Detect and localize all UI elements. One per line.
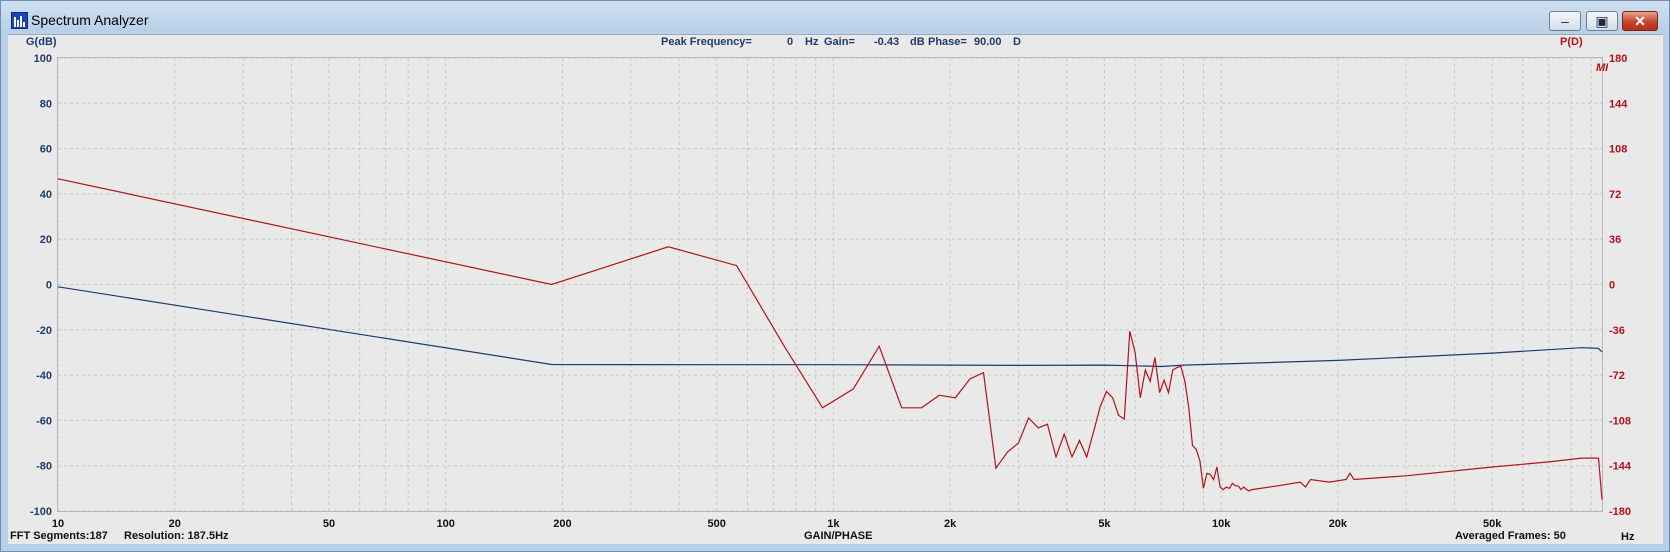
peak-frequency-unit: Hz xyxy=(805,36,819,48)
left-y-tick-label: -40 xyxy=(36,370,52,382)
minimize-icon: – xyxy=(1561,13,1569,29)
phase-unit: D xyxy=(1013,36,1021,48)
right-y-tick-label: -144 xyxy=(1609,461,1632,473)
gain-unit: dB xyxy=(910,36,925,48)
maximize-icon: ▣ xyxy=(1595,13,1609,29)
spectrum-analyzer-window: Spectrum Analyzer – ▣ ✕ 100 80 60 40 20 0 -20-… xyxy=(0,0,1670,552)
right-y-tick-label: -36 xyxy=(1609,325,1625,337)
spectrum-chart[interactable]: 100806040200-20-40-60-80-100 18014410872… xyxy=(8,35,1663,544)
x-tick-label: 10k xyxy=(1212,518,1231,530)
right-y-tick-label: 0 xyxy=(1609,280,1615,292)
left-y-tick-label: 40 xyxy=(40,189,52,201)
maximize-button[interactable]: ▣ xyxy=(1586,11,1618,31)
gain-series-line xyxy=(57,286,1603,368)
left-y-tick-label: 20 xyxy=(40,234,52,246)
x-tick-label: 50 xyxy=(323,518,335,530)
left-y-tick-label: 80 xyxy=(40,98,52,110)
x-tick-label: 500 xyxy=(708,518,726,530)
gain-label: Gain= xyxy=(824,36,855,48)
x-tick-label: 20 xyxy=(169,518,181,530)
x-tick-label: 10 xyxy=(52,518,64,530)
x-tick-label: 1k xyxy=(827,518,840,530)
phase-value: 90.00 xyxy=(974,36,1002,48)
averaged-frames-text: Averaged Frames: 50 xyxy=(1455,530,1566,542)
left-y-tick-label: -20 xyxy=(36,325,52,337)
left-y-tick-label: 60 xyxy=(40,144,52,156)
right-y-tick-label: -180 xyxy=(1609,506,1631,518)
x-tick-label: 20k xyxy=(1329,518,1348,530)
right-y-tick-label: 180 xyxy=(1609,53,1627,65)
right-y-tick-label: 72 xyxy=(1609,189,1621,201)
grid-lines xyxy=(57,57,1602,512)
close-button[interactable]: ✕ xyxy=(1622,11,1658,31)
x-axis-unit-label: Hz xyxy=(1621,531,1635,543)
mode-text: GAIN/PHASE xyxy=(804,530,872,542)
left-y-tick-label: 0 xyxy=(46,280,52,292)
left-axis-label: G(dB) xyxy=(26,36,57,48)
fft-segments-text: FFT Segments:187 xyxy=(10,530,108,542)
right-y-tick-label: -72 xyxy=(1609,370,1625,382)
left-y-tick-label: -80 xyxy=(36,461,52,473)
title-bar[interactable]: Spectrum Analyzer – ▣ ✕ xyxy=(1,1,1669,37)
right-y-tick-label: 108 xyxy=(1609,144,1627,156)
phase-label: Phase= xyxy=(928,36,967,48)
bar-chart-app-icon xyxy=(11,12,28,29)
left-y-tick-label: -100 xyxy=(30,506,52,518)
left-y-tick-label: 100 xyxy=(34,53,52,65)
corner-mark: MI xyxy=(1596,62,1609,74)
window-title: Spectrum Analyzer xyxy=(31,12,149,28)
peak-frequency-value: 0 xyxy=(787,36,793,48)
resolution-text: Resolution: 187.5Hz xyxy=(124,530,229,542)
plot-frame xyxy=(57,57,1603,512)
status-bar: FFT Segments:187 Resolution: 187.5Hz GAI… xyxy=(10,530,1566,542)
right-y-tick-label: 144 xyxy=(1609,98,1628,110)
phase-series-line xyxy=(57,178,1603,500)
left-y-tick-label: -60 xyxy=(36,415,52,427)
x-tick-label: 5k xyxy=(1098,518,1111,530)
peak-frequency-label: Peak Frequency= xyxy=(661,36,752,48)
x-tick-label: 100 xyxy=(437,518,455,530)
x-tick-label: 2k xyxy=(944,518,957,530)
right-axis-label: P(D) xyxy=(1560,36,1583,48)
peak-readout: Peak Frequency= 0 Hz Gain= -0.43 dB Phas… xyxy=(661,36,1021,48)
minimize-button[interactable]: – xyxy=(1549,11,1581,31)
x-tick-label: 200 xyxy=(553,518,571,530)
right-y-tick-label: 36 xyxy=(1609,234,1621,246)
right-y-tick-label: -108 xyxy=(1609,415,1631,427)
gain-value: -0.43 xyxy=(874,36,899,48)
plot-area[interactable]: 100 80 60 40 20 0 -20 -40 -60 -80 -100 180 144 108 72… xyxy=(8,34,1663,544)
x-tick-label: 50k xyxy=(1483,518,1502,530)
close-icon: ✕ xyxy=(1634,13,1646,29)
